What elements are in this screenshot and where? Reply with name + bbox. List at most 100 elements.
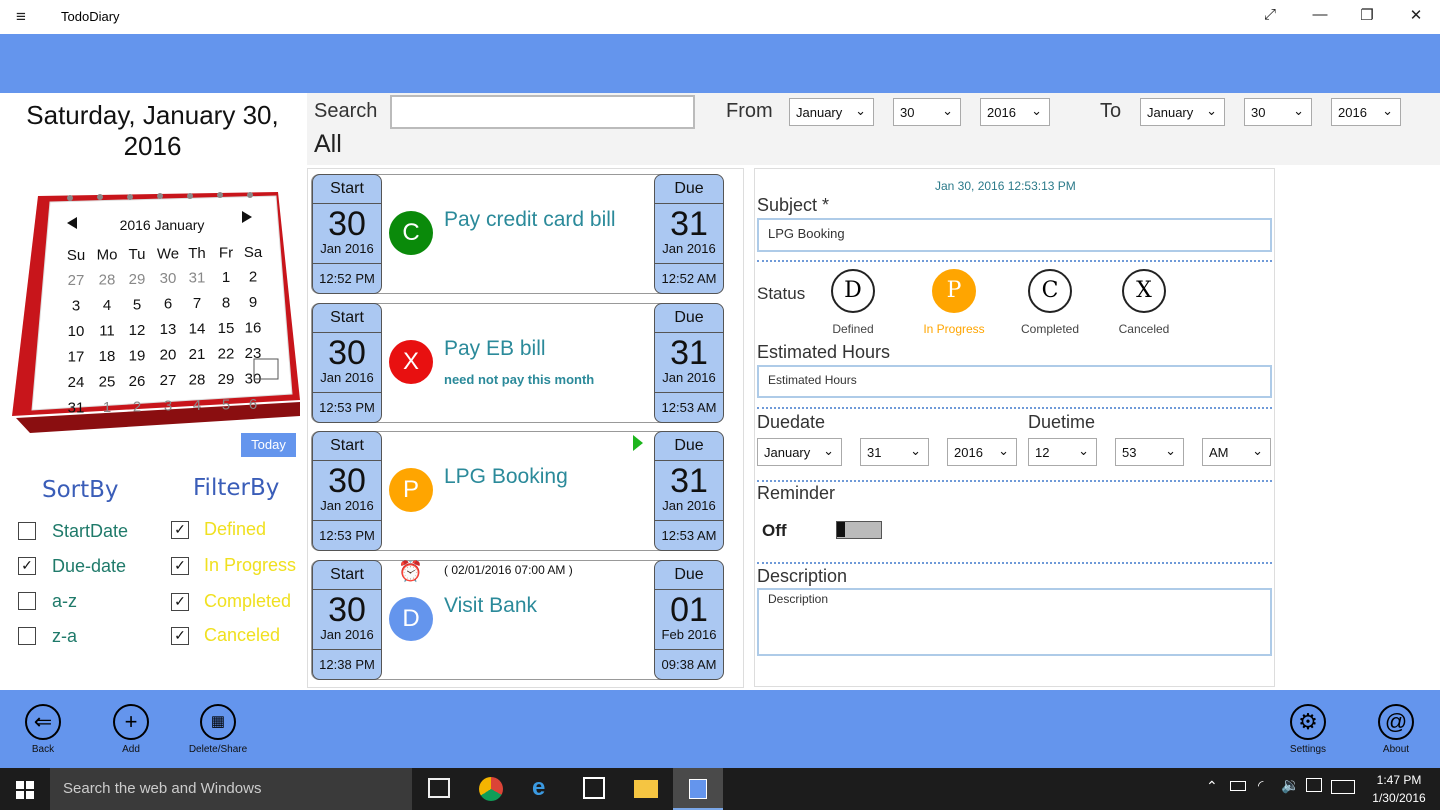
- settings-button[interactable]: ⚙ Settings: [1268, 694, 1348, 755]
- due-ampm-select[interactable]: AM ⌄: [1202, 438, 1271, 466]
- calendar-day[interactable]: 15: [218, 320, 235, 337]
- calendar-day[interactable]: 6: [249, 396, 257, 413]
- from-day-select[interactable]: 30 ⌄: [893, 98, 961, 126]
- sort-option-az[interactable]: a-z: [18, 591, 158, 614]
- due-month-select[interactable]: January ⌄: [757, 438, 842, 466]
- fullscreen-icon[interactable]: ⤢: [1255, 6, 1285, 23]
- task-card[interactable]: Start 30 Jan 2016 12:53 PM P LPG Booking Due 31…: [311, 431, 724, 551]
- add-button[interactable]: + Add: [91, 694, 171, 755]
- filter-checkbox[interactable]: ✓: [171, 557, 189, 575]
- to-year-select[interactable]: 2016 ⌄: [1331, 98, 1401, 126]
- calendar-day[interactable]: 11: [99, 322, 115, 339]
- notification-icon[interactable]: [1306, 778, 1322, 792]
- calendar-day[interactable]: 29: [129, 271, 146, 288]
- tododiary-taskbar-button[interactable]: [673, 768, 723, 810]
- calendar-day[interactable]: 27: [160, 372, 177, 389]
- calendar-day[interactable]: 7: [193, 295, 201, 312]
- calendar-day[interactable]: 19: [129, 347, 146, 364]
- delete-share-button[interactable]: ▦ Delete/Share: [178, 694, 258, 755]
- reminder-toggle[interactable]: [836, 521, 882, 539]
- file-explorer-icon[interactable]: [634, 780, 658, 798]
- to-day-select[interactable]: 30 ⌄: [1244, 98, 1312, 126]
- status-completed-option[interactable]: C Completed: [1005, 269, 1095, 336]
- chrome-icon[interactable]: [479, 777, 503, 801]
- calendar-day[interactable]: 13: [160, 321, 177, 338]
- status-inprogress-option[interactable]: P In Progress: [909, 269, 999, 336]
- status-canceled-option[interactable]: X Canceled: [1099, 269, 1189, 336]
- subject-input[interactable]: LPG Booking: [757, 218, 1272, 252]
- restore-button[interactable]: ❐: [1352, 6, 1382, 24]
- due-year-select[interactable]: 2016 ⌄: [947, 438, 1017, 466]
- calendar-day[interactable]: 2: [133, 398, 141, 415]
- calendar-day[interactable]: 27: [68, 272, 85, 289]
- calendar-day[interactable]: 14: [189, 321, 206, 338]
- minimize-button[interactable]: —: [1305, 6, 1335, 23]
- calendar-day[interactable]: 6: [164, 296, 172, 313]
- calendar-day[interactable]: 28: [189, 372, 206, 389]
- sort-checkbox[interactable]: ✓: [18, 557, 36, 575]
- task-view-icon[interactable]: [428, 778, 450, 798]
- windows-start-icon[interactable]: [16, 781, 34, 799]
- sort-option-startdate[interactable]: StartDate: [18, 521, 158, 544]
- sort-checkbox[interactable]: [18, 592, 36, 610]
- back-button[interactable]: ⇐ Back: [3, 694, 83, 755]
- filter-option-inprogress[interactable]: ✓ In Progress: [171, 555, 306, 577]
- filter-checkbox[interactable]: ✓: [171, 593, 189, 611]
- task-card[interactable]: Start 30 Jan 2016 12:38 PM D Visit Bank ⏰ ( 02/…: [311, 559, 724, 680]
- calendar-day[interactable]: 3: [164, 398, 172, 415]
- sort-checkbox[interactable]: [18, 627, 36, 645]
- to-month-select[interactable]: January ⌄: [1140, 98, 1225, 126]
- calendar-day[interactable]: 2: [249, 268, 257, 285]
- description-input[interactable]: Description: [757, 588, 1272, 656]
- keyboard-icon[interactable]: [1331, 780, 1355, 794]
- calendar-day[interactable]: 18: [99, 348, 116, 365]
- calendar-day[interactable]: 24: [68, 374, 85, 391]
- taskbar-clock[interactable]: 1:47 PM 1/30/2016: [1362, 771, 1436, 807]
- calendar-day[interactable]: 3: [72, 298, 80, 315]
- calendar-day[interactable]: 12: [129, 322, 146, 339]
- task-card[interactable]: Start 30 Jan 2016 12:52 PM C Pay credit card …: [311, 174, 724, 294]
- calendar-day[interactable]: 20: [160, 347, 177, 364]
- battery-icon[interactable]: [1230, 781, 1246, 791]
- filter-checkbox[interactable]: ✓: [171, 627, 189, 645]
- filter-checkbox[interactable]: ✓: [171, 521, 189, 539]
- sort-option-duedate[interactable]: ✓ Due-date: [18, 556, 158, 579]
- calendar-day[interactable]: 8: [222, 295, 230, 312]
- close-button[interactable]: ✕: [1401, 6, 1431, 24]
- wifi-icon[interactable]: ◜: [1258, 777, 1263, 794]
- due-day-select[interactable]: 31 ⌄: [860, 438, 929, 466]
- calendar-day[interactable]: 21: [189, 346, 206, 363]
- calendar-day[interactable]: 1: [222, 269, 230, 286]
- calendar-day[interactable]: 26: [129, 373, 146, 390]
- sort-option-za[interactable]: z-a: [18, 626, 158, 649]
- calendar-day[interactable]: 25: [99, 373, 116, 390]
- calendar-day[interactable]: 22: [218, 346, 235, 363]
- edge-icon[interactable]: e: [532, 774, 545, 802]
- estimated-hours-input[interactable]: Estimated Hours: [757, 365, 1272, 398]
- calendar-day[interactable]: 4: [103, 297, 111, 314]
- due-hour-select[interactable]: 12 ⌄: [1028, 438, 1097, 466]
- taskbar-search-box[interactable]: Search the web and Windows: [50, 768, 412, 810]
- task-card[interactable]: Start 30 Jan 2016 12:53 PM X Pay EB bill need …: [311, 302, 724, 423]
- status-defined-option[interactable]: D Defined: [808, 269, 898, 336]
- from-year-select[interactable]: 2016 ⌄: [980, 98, 1050, 126]
- calendar-day[interactable]: 9: [249, 294, 257, 311]
- calendar-day[interactable]: 16: [245, 319, 262, 336]
- calendar-day[interactable]: 31: [189, 270, 206, 287]
- calendar-day[interactable]: 4: [193, 397, 201, 414]
- hamburger-menu-icon[interactable]: ≡: [16, 7, 26, 27]
- calendar-day[interactable]: 29: [218, 371, 235, 388]
- search-input[interactable]: [390, 95, 695, 129]
- calendar-day[interactable]: 31: [68, 400, 85, 417]
- calendar-day[interactable]: 5: [133, 296, 141, 313]
- calendar-day[interactable]: 5: [222, 397, 230, 414]
- calendar-day[interactable]: 17: [68, 349, 85, 366]
- calendar-day[interactable]: 28: [99, 271, 116, 288]
- filter-option-completed[interactable]: ✓ Completed: [171, 591, 306, 613]
- today-button[interactable]: Today: [241, 433, 296, 457]
- from-month-select[interactable]: January ⌄: [789, 98, 874, 126]
- calendar-day[interactable]: 1: [103, 399, 111, 416]
- store-icon[interactable]: [583, 777, 605, 799]
- filter-option-canceled[interactable]: ✓ Canceled: [171, 625, 306, 647]
- calendar-day[interactable]: 10: [68, 323, 85, 340]
